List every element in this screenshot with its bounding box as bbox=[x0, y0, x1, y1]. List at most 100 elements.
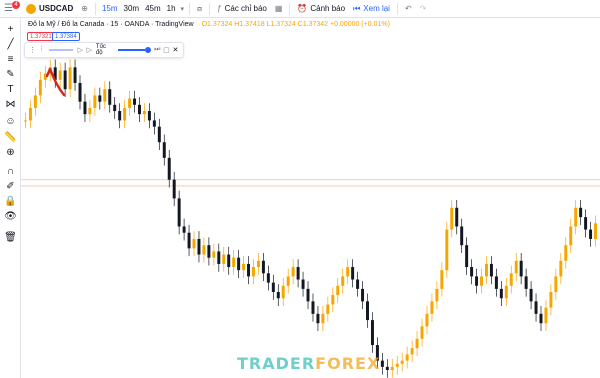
candle bbox=[519, 260, 523, 277]
pattern-icon[interactable]: ⋈ bbox=[4, 98, 17, 111]
candle bbox=[93, 95, 97, 108]
candle bbox=[83, 101, 87, 115]
minimize-icon[interactable]: ▢ bbox=[162, 44, 171, 56]
candle bbox=[509, 273, 513, 286]
candle bbox=[162, 142, 166, 158]
zoom-in-icon[interactable]: ⊕ bbox=[4, 146, 17, 159]
candle bbox=[108, 89, 112, 105]
timeframe-30m[interactable]: 30m bbox=[121, 4, 143, 13]
candle bbox=[460, 226, 464, 246]
candle bbox=[494, 276, 498, 289]
sell-price-tag[interactable]: 1.37321 bbox=[27, 32, 55, 41]
alerts-label: Cảnh báo bbox=[310, 4, 346, 13]
candle bbox=[187, 232, 191, 249]
jump-to-realtime-icon[interactable]: ⏭ bbox=[153, 44, 162, 56]
candle bbox=[261, 260, 265, 274]
alarm-icon: ⏰ bbox=[297, 4, 308, 13]
candle bbox=[227, 254, 231, 268]
play-icon[interactable]: ▷ bbox=[76, 44, 85, 56]
crosshair-icon[interactable]: + bbox=[4, 23, 17, 36]
chart-type-button[interactable]: ⧈ bbox=[193, 0, 206, 18]
candle bbox=[346, 267, 350, 277]
menu-button[interactable]: ☰ 4 bbox=[0, 0, 22, 18]
undo-button[interactable]: ↶ bbox=[401, 0, 416, 18]
candle bbox=[584, 217, 588, 230]
candle bbox=[133, 98, 137, 105]
price-chart[interactable] bbox=[21, 18, 600, 378]
speed-slider-handle[interactable] bbox=[144, 47, 151, 53]
candle bbox=[564, 245, 568, 261]
indicators-button[interactable]: ƒ Các chỉ báo bbox=[213, 0, 271, 18]
candle bbox=[138, 104, 141, 115]
redo-button[interactable]: ↷ bbox=[416, 0, 431, 18]
candle bbox=[78, 82, 82, 102]
candle bbox=[321, 313, 325, 324]
candle bbox=[232, 257, 236, 268]
timeframe-1h[interactable]: 1h bbox=[164, 4, 179, 13]
timeframe-dropdown-icon[interactable]: ▾ bbox=[179, 5, 187, 13]
candle bbox=[222, 254, 226, 264]
candle bbox=[549, 292, 553, 308]
ruler-icon[interactable]: 📏 bbox=[4, 131, 17, 144]
candle bbox=[237, 257, 241, 271]
candle bbox=[167, 157, 171, 180]
candle bbox=[38, 79, 42, 96]
candle bbox=[341, 276, 345, 286]
candle bbox=[68, 67, 72, 90]
replay-progress bbox=[49, 49, 73, 51]
speed-label: Tốc độ bbox=[95, 44, 106, 56]
emoji-icon[interactable]: ☺ bbox=[4, 115, 17, 128]
candle bbox=[113, 104, 117, 112]
eye-icon[interactable]: 👁 bbox=[4, 210, 17, 223]
speed-slider[interactable] bbox=[117, 47, 151, 53]
candle bbox=[28, 107, 32, 121]
timeframe-45m[interactable]: 45m bbox=[142, 4, 164, 13]
candle bbox=[351, 267, 355, 280]
brush-icon[interactable]: ✎ bbox=[4, 68, 17, 81]
trendline-icon[interactable]: ╱ bbox=[4, 38, 17, 51]
forward-icon[interactable]: ▷ bbox=[85, 44, 94, 56]
toolbar-divider bbox=[189, 2, 191, 15]
magnet-icon[interactable]: ∩ bbox=[4, 165, 17, 178]
candle bbox=[574, 207, 578, 227]
horizontal-levels bbox=[21, 179, 600, 187]
replay-button[interactable]: ⏮ Xem lại bbox=[349, 0, 394, 18]
alerts-button[interactable]: ⏰ Cảnh báo bbox=[293, 0, 349, 18]
candle bbox=[370, 320, 374, 346]
redo-icon: ↷ bbox=[419, 4, 427, 13]
candle bbox=[415, 338, 419, 349]
candle bbox=[499, 288, 503, 299]
pencil-lock-icon[interactable]: ✐ bbox=[4, 180, 17, 193]
replay-control-bar: ⋮ ⫶ ▷ ▷ Tốc độ ⏭ ▢ ✕ bbox=[24, 42, 184, 58]
notification-badge: 4 bbox=[12, 0, 20, 9]
symbol-label: USDCAD bbox=[39, 4, 74, 13]
close-icon[interactable]: ✕ bbox=[171, 44, 180, 56]
fib-icon[interactable]: ≡ bbox=[4, 53, 17, 66]
text-icon[interactable]: T bbox=[4, 83, 17, 96]
candle bbox=[539, 313, 543, 324]
drag-handle-icon[interactable]: ⋮ bbox=[28, 44, 37, 56]
buy-price-tag[interactable]: 1.37384 bbox=[52, 32, 80, 41]
lock-icon[interactable]: 🔒 bbox=[4, 195, 17, 208]
trash-icon[interactable]: 🗑 bbox=[4, 231, 17, 244]
candle bbox=[98, 95, 102, 102]
candle bbox=[326, 304, 330, 314]
candle bbox=[301, 279, 305, 289]
candle bbox=[569, 226, 573, 246]
symbol-description: Đô la Mỹ / Đô la Canada · 15 · OANDA · T… bbox=[28, 21, 194, 28]
candle bbox=[489, 263, 493, 277]
candle bbox=[252, 267, 255, 277]
annotation-arrow-icon bbox=[46, 67, 66, 97]
toolbar-divider bbox=[94, 2, 96, 15]
symbol-search[interactable]: USDCAD bbox=[22, 0, 77, 18]
toolbar-divider bbox=[209, 2, 211, 15]
layouts-button[interactable]: ▦ bbox=[271, 0, 287, 18]
compare-button[interactable]: ⊕ bbox=[77, 0, 92, 18]
timeframe-15m[interactable]: 15m bbox=[99, 4, 121, 13]
candle bbox=[445, 229, 449, 271]
candle bbox=[475, 276, 479, 286]
select-bar-icon[interactable]: ⫶ bbox=[37, 44, 46, 56]
add-compare-icon: ⊕ bbox=[81, 4, 88, 13]
indicators-label: Các chỉ báo bbox=[224, 4, 267, 13]
candle bbox=[177, 198, 181, 227]
